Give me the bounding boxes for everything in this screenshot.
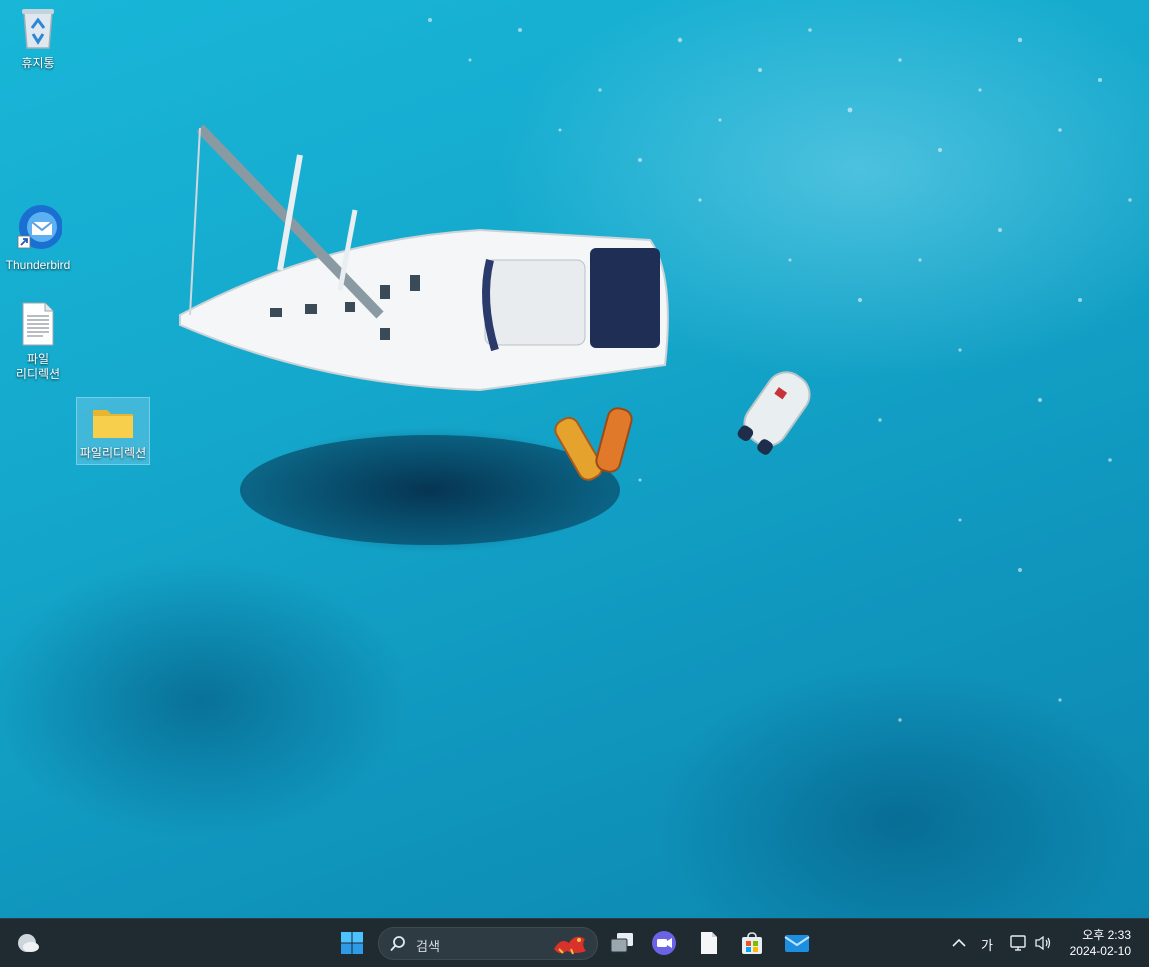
recycle-bin-icon (22, 9, 54, 49)
clock-time: 오후 2:33 (1082, 928, 1131, 942)
chevron-up-icon (952, 938, 966, 947)
pool-floats (554, 407, 633, 481)
video-chat-icon (652, 931, 676, 955)
file-redirection-doc-label: 파일 리디렉션 (15, 352, 61, 381)
ime-indicator[interactable]: 가 (981, 935, 993, 954)
desktop: 휴지통 Thunderbird 파일 리디렉션 파일리디렉션 (0, 0, 1149, 918)
volume-icon (1035, 935, 1051, 951)
clock[interactable]: 오후 2:33 2024-02-10 (1070, 927, 1131, 959)
task-view-button[interactable] (606, 927, 638, 959)
recycle-bin-label: 휴지통 (21, 56, 55, 70)
notepad-button[interactable] (693, 927, 725, 959)
windows-start-icon (341, 932, 363, 954)
sailboat (179, 124, 669, 392)
folder-icon (93, 410, 133, 438)
desktop-icon-file-redirection-doc[interactable]: 파일 리디렉션 (2, 302, 74, 382)
search-placeholder: 검색 (416, 939, 440, 954)
dragon-icon (554, 936, 586, 955)
taskbar: 검색 가 오후 2:33 2024-02-10 (0, 918, 1149, 967)
clock-date: 2024-02-10 (1069, 944, 1131, 958)
video-chat-button[interactable] (648, 927, 680, 959)
desktop-icon-file-redirection-folder[interactable]: 파일리디렉션 (76, 397, 150, 465)
show-hidden-icons-button[interactable] (944, 927, 974, 959)
notepad-icon (701, 932, 717, 954)
desktop-icon-recycle-bin[interactable]: 휴지통 (2, 6, 74, 71)
store-icon (742, 932, 762, 954)
network-icon (1010, 935, 1026, 951)
widgets-button[interactable] (12, 927, 44, 959)
mail-icon (784, 935, 810, 952)
dinghy (737, 371, 811, 455)
start-button[interactable] (336, 927, 368, 959)
thunderbird-label: Thunderbird (5, 258, 71, 272)
weather-icon (18, 934, 39, 952)
task-view-icon (610, 933, 633, 953)
text-document-icon (22, 302, 54, 346)
mail-button[interactable] (781, 927, 813, 959)
file-redirection-folder-label: 파일리디렉션 (79, 446, 147, 460)
thunderbird-icon (17, 205, 63, 249)
store-button[interactable] (736, 927, 768, 959)
desktop-icon-thunderbird[interactable]: Thunderbird (2, 202, 74, 273)
volume-button[interactable] (1030, 927, 1056, 959)
search-icon (390, 936, 405, 952)
taskbar-search[interactable]: 검색 (378, 927, 598, 960)
